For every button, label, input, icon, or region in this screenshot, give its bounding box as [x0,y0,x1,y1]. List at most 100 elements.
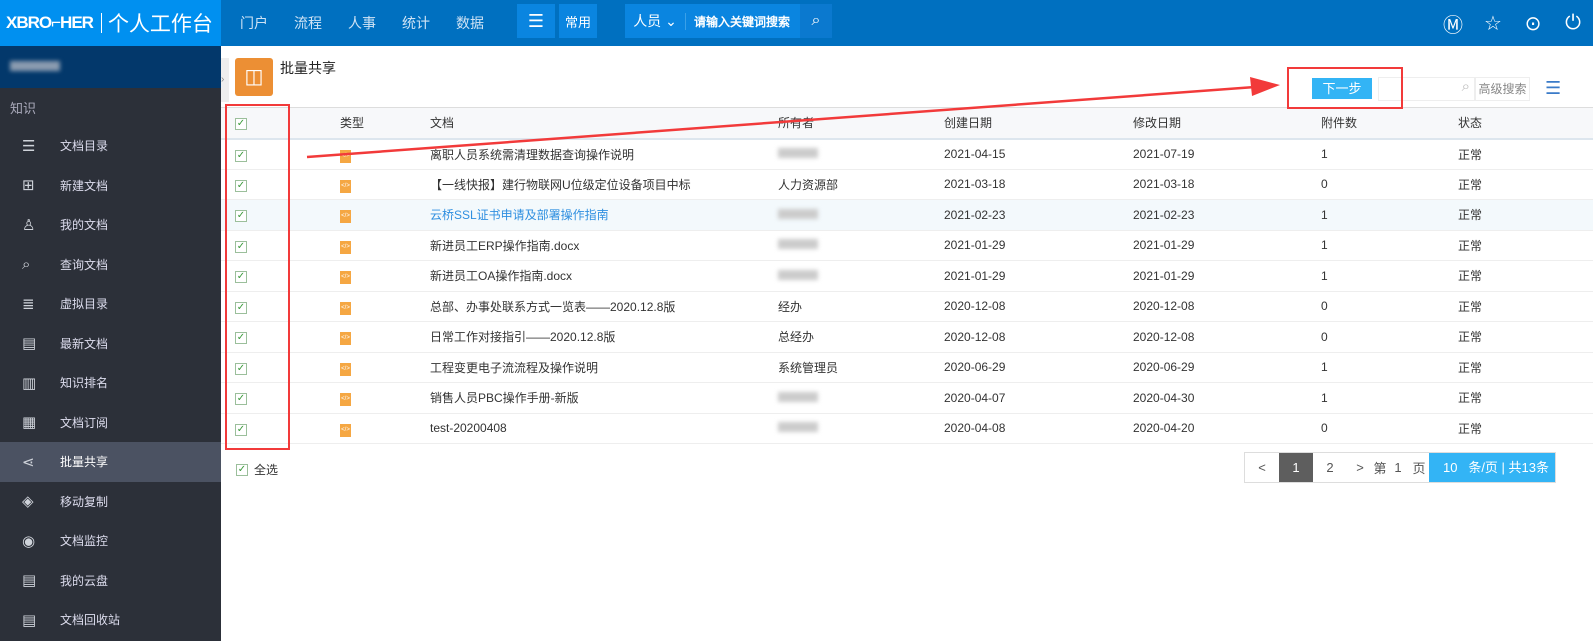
power-icon[interactable]: ⏻ [1553,12,1593,35]
owner: 系统管理员 [778,352,944,383]
search-input[interactable]: 请输入关键词搜索 [685,12,800,30]
sidebar-item-label: 新建文档 [60,178,109,193]
select-all[interactable]: ✓ 全选 [236,461,278,478]
owner: 人力资源部 [778,169,944,200]
column-header[interactable]: 状态 [1458,107,1593,140]
search-icon[interactable]: ⌕ [800,4,832,38]
table-row[interactable]: ✓ </> 离职人员系统需清理数据查询操作说明 2021-04-15 2021-07… [221,138,1593,170]
owner [778,199,944,231]
table-row[interactable]: ✓ </> 日常工作对接指引——2020.12.8版 总经办 2020-12-08 2… [221,321,1593,353]
nav-item[interactable]: 人事 [348,13,376,33]
sidebar-item[interactable]: ⋖ 批量共享 [0,442,221,482]
owner [778,413,944,444]
sidebar-item-icon: ⋖ [22,453,35,471]
sidebar-item-icon: ⊞ [22,177,35,195]
doc-link[interactable]: 新进员工ERP操作指南.docx [430,230,778,261]
sidebar-item[interactable]: ▥ 知识排名 [0,363,221,403]
book-icon: ◫ [235,58,273,96]
sidebar-item[interactable]: ☰ 文档目录 [0,126,221,166]
sidebar-item[interactable]: ≣ 虚拟目录 [0,284,221,324]
sidebar-item[interactable]: ◈ 移动复制 [0,482,221,522]
star-icon[interactable]: ☆ [1473,11,1513,36]
sidebar-item-label: 我的文档 [60,218,109,233]
file-icon: </> [340,423,351,437]
table-row[interactable]: ✓ </> test-20200408 2020-04-08 2020-04-20 … [221,413,1593,444]
owner [778,382,944,414]
prev-page-button[interactable]: < [1245,460,1279,475]
table-row[interactable]: ✓ </> 新进员工OA操作指南.docx 2021-01-29 2021-01-2… [221,260,1593,292]
doc-link[interactable]: 总部、办事处联系方式一览表——2020.12.8版 [430,291,778,322]
table-row[interactable]: ✓ </> 新进员工ERP操作指南.docx 2021-01-29 2021-01-… [221,230,1593,261]
sidebar-item-icon: ☰ [22,137,36,155]
page-size-selector[interactable]: 10 条/页 | 共13条 [1429,453,1555,482]
logo[interactable]: XBRO⌐HER 个人工作台 [0,0,221,46]
page-2-button[interactable]: 2 [1313,460,1347,475]
owner: 经办 [778,291,944,322]
documents-table: ✓ 类型 文档 所有者 创建日期 修改日期 附件数 状态 ✓ </> 离职人员系统需清理数据查询… [221,107,1593,444]
table-row[interactable]: ✓ </> 云桥SSL证书申请及部署操作指南 2021-02-23 2021-02-… [221,199,1593,231]
column-header[interactable]: 文档 [430,107,778,140]
sidebar-item-icon: ▦ [22,414,37,432]
page-number-input[interactable]: 1 [1387,460,1409,475]
more-icon[interactable]: ⊙ [1513,11,1553,36]
nav-item[interactable]: 门户 [240,13,268,33]
page-1-button[interactable]: 1 [1279,453,1313,482]
doc-link[interactable]: 【一线快报】建行物联网U位级定位设备项目中标 [430,169,778,200]
doc-link[interactable]: 云桥SSL证书申请及部署操作指南 [430,199,778,231]
sidebar-section-title: 知识 [10,101,37,116]
column-header[interactable]: 修改日期 [1133,107,1321,140]
common-button[interactable]: 常用 [559,4,597,38]
advanced-search-button[interactable]: 高级搜索 [1475,77,1530,101]
doc-link[interactable]: 离职人员系统需清理数据查询操作说明 [430,138,778,170]
search-scope-dropdown[interactable]: 人员 ⌄ [625,11,685,31]
table-row[interactable]: ✓ </> 【一线快报】建行物联网U位级定位设备项目中标 人力资源部 2021-03… [221,169,1593,200]
table-row[interactable]: ✓ </> 总部、办事处联系方式一览表——2020.12.8版 经办 2020-12… [221,291,1593,322]
sidebar-item[interactable]: ▤ 文档回收站 [0,600,221,640]
doc-link[interactable]: 新进员工OA操作指南.docx [430,260,778,292]
sidebar-item[interactable]: ⌕ 查询文档 [0,245,221,285]
file-icon: </> [340,362,351,376]
file-icon: </> [340,240,351,254]
table-row[interactable]: ✓ </> 销售人员PBC操作手册-新版 2020-04-07 2020-04-30… [221,382,1593,414]
sidebar-item-label: 虚拟目录 [60,297,109,312]
column-header[interactable]: 类型 [340,107,430,140]
user-info[interactable] [0,46,221,88]
sidebar-item[interactable]: ⊞ 新建文档 [0,166,221,206]
sidebar-item[interactable]: ◉ 文档监控 [0,521,221,561]
sidebar-item-label: 查询文档 [60,257,109,272]
sidebar: 知识 ☰ 文档目录 ⊞ 新建文档 ♙ 我的文档 ⌕ 查询文档 ≣ 虚拟目录 ▤ 最新文档 ▥ 知识排名 ▦ 文… [0,46,221,641]
sidebar-item[interactable]: ▤ 我的云盘 [0,561,221,601]
select-all-checkbox[interactable]: ✓ [236,463,248,476]
column-header[interactable]: 所有者 [778,107,944,140]
nav-item[interactable]: 统计 [402,13,430,33]
column-header[interactable]: 创建日期 [944,107,1133,140]
column-header[interactable]: 附件数 [1321,107,1458,140]
sidebar-item-icon: ▥ [22,374,37,392]
sidebar-item-label: 最新文档 [60,336,109,351]
sidebar-item-icon: ▤ [22,611,37,629]
doc-link[interactable]: 销售人员PBC操作手册-新版 [430,382,778,414]
sidebar-item-label: 文档目录 [60,139,109,154]
top-bar: XBRO⌐HER 个人工作台 门户 流程 人事 统计 数据 ☰ 常用 人员 ⌄ 请输入关键… [0,0,1593,46]
nav-item[interactable]: 流程 [294,13,322,33]
doc-link[interactable]: 日常工作对接指引——2020.12.8版 [430,321,778,353]
nav-item[interactable]: 数据 [456,13,484,33]
file-icon: </> [340,210,351,224]
sidebar-item-label: 文档回收站 [60,613,121,628]
m-icon[interactable]: Ⓜ [1433,9,1473,38]
sidebar-item[interactable]: ▦ 文档订阅 [0,403,221,443]
doc-link[interactable]: 工程变更电子流流程及操作说明 [430,352,778,383]
next-page-button[interactable]: > [1347,460,1373,475]
menu-icon[interactable]: ☰ [517,4,555,38]
owner [778,138,944,170]
annotation-box-next [1287,67,1403,109]
sidebar-item[interactable]: ▤ 最新文档 [0,324,221,364]
sidebar-item[interactable]: ♙ 我的文档 [0,205,221,245]
collapse-toggle[interactable]: › [221,58,229,102]
list-view-icon[interactable]: ☰ [1545,78,1561,99]
doc-link[interactable]: test-20200408 [430,413,778,444]
sidebar-item-label: 知识排名 [60,376,109,391]
pagination: < 1 2 > 第 1 页 10 条/页 | 共13条 [1244,452,1556,483]
table-row[interactable]: ✓ </> 工程变更电子流流程及操作说明 系统管理员 2020-06-29 2020-… [221,352,1593,383]
sidebar-item-icon: ◈ [22,493,34,511]
